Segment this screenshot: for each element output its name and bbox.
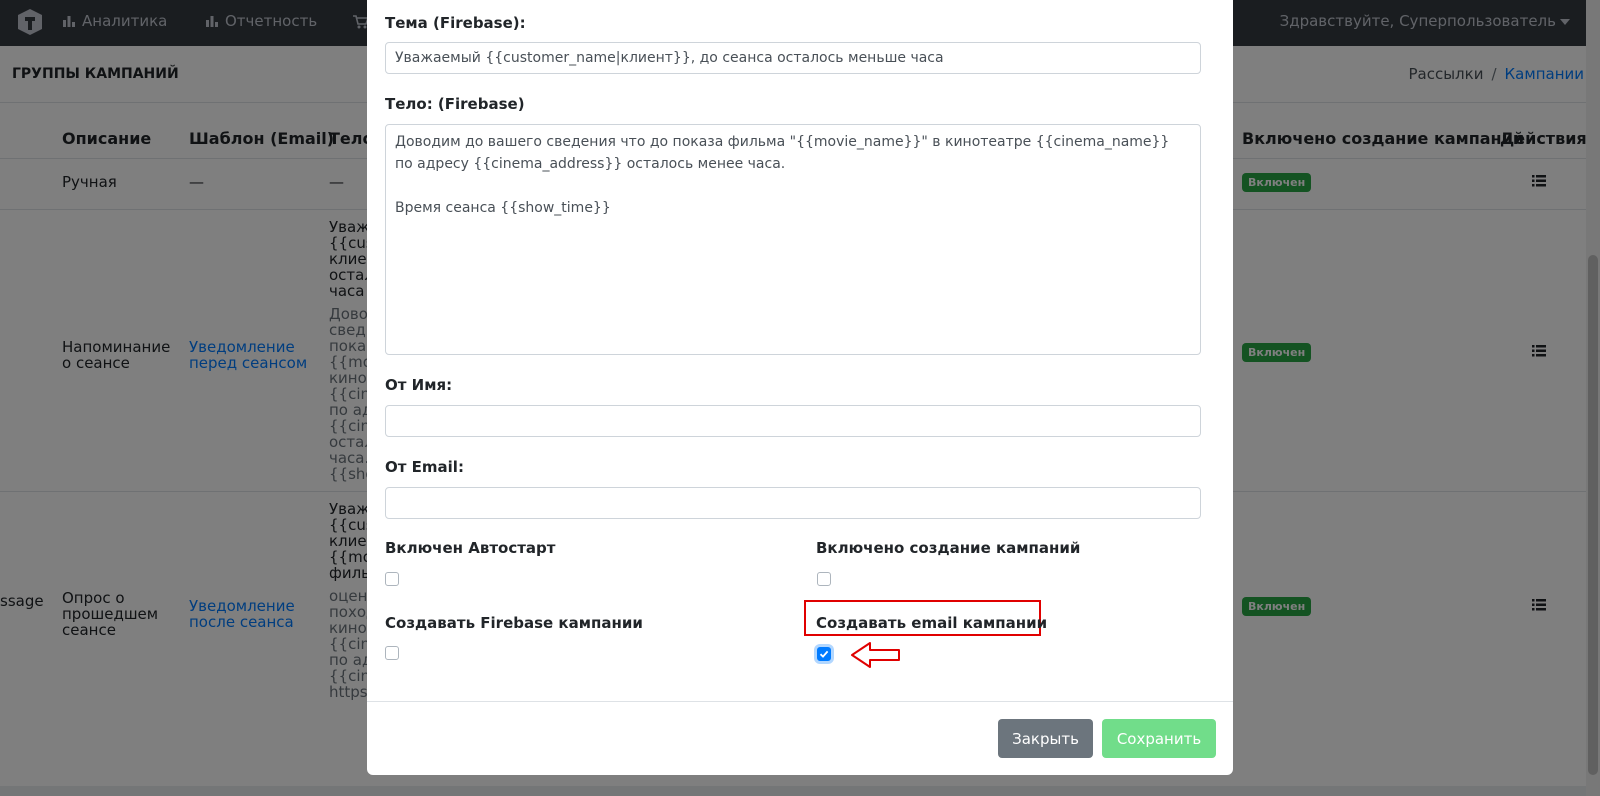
save-button[interactable]: Сохранить bbox=[1102, 719, 1216, 758]
close-button[interactable]: Закрыть bbox=[998, 719, 1093, 758]
subject-label: Тема (Firebase): bbox=[385, 14, 526, 32]
autostart-checkbox[interactable] bbox=[385, 572, 399, 586]
from-email-label: От Email: bbox=[385, 458, 464, 476]
campaign-creation-label: Включено создание кампаний bbox=[816, 539, 1081, 557]
pointer-arrow-icon bbox=[851, 642, 900, 668]
email-campaigns-label: Создавать email кампании bbox=[816, 614, 1048, 632]
from-email-input[interactable] bbox=[385, 487, 1201, 519]
modal-footer-divider bbox=[367, 701, 1233, 702]
body-textarea[interactable]: Доводим до вашего сведения что до показа… bbox=[385, 124, 1201, 355]
subject-input[interactable] bbox=[385, 42, 1201, 74]
firebase-campaigns-label: Создавать Firebase кампании bbox=[385, 614, 643, 632]
campaign-creation-checkbox[interactable] bbox=[817, 572, 831, 586]
email-campaigns-checkbox[interactable] bbox=[817, 647, 831, 661]
edit-campaign-group-modal: Тема (Firebase): Тело: (Firebase) Доводи… bbox=[367, 0, 1233, 775]
checkmark-icon bbox=[819, 650, 829, 658]
body-label: Тело: (Firebase) bbox=[385, 95, 525, 113]
firebase-campaigns-checkbox[interactable] bbox=[385, 646, 399, 660]
from-name-label: От Имя: bbox=[385, 376, 453, 394]
from-name-input[interactable] bbox=[385, 405, 1201, 437]
autostart-label: Включен Автостарт bbox=[385, 539, 556, 557]
